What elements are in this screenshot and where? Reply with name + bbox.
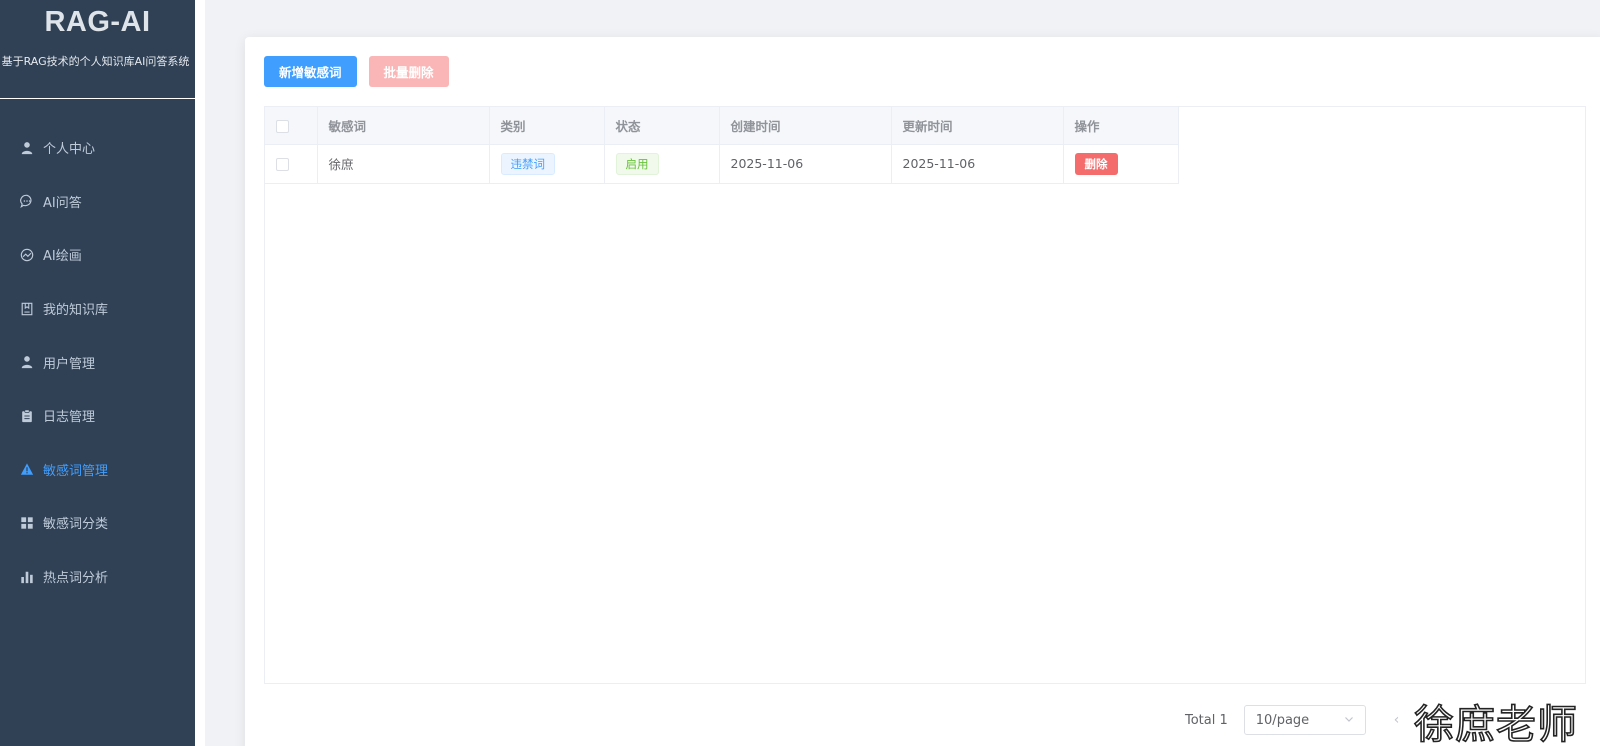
cell-status: 启用 bbox=[604, 144, 720, 184]
status-badge: 启用 bbox=[615, 152, 659, 175]
sidebar-menu: 个人中心 AI问答 AI绘画 我的知识库 用户管理 日志管理 敏感词管理 敏感词… bbox=[0, 121, 195, 603]
sidebar-item-label: 热点词分析 bbox=[43, 571, 109, 587]
category-tag: 违禁词 bbox=[500, 152, 555, 175]
batch-delete-button[interactable]: 批量删除 bbox=[368, 56, 449, 87]
user-icon bbox=[20, 141, 34, 155]
sensitive-word-table: 敏感词 类别 状态 创建时间 更新时间 操作 徐庶 违禁词 启用 2025-11… bbox=[264, 106, 1586, 684]
toolbar: 新增敏感词 批量删除 bbox=[264, 56, 449, 87]
sidebar-item-label: 个人中心 bbox=[43, 142, 96, 158]
sidebar-item-sensitive-categories[interactable]: 敏感词分类 bbox=[0, 496, 195, 550]
sidebar-item-profile[interactable]: 个人中心 bbox=[0, 121, 195, 175]
column-header-category: 类别 bbox=[489, 107, 605, 145]
pagination: Total 1 10/page ‹ bbox=[1185, 705, 1399, 735]
sidebar-item-ai-painting[interactable]: AI绘画 bbox=[0, 228, 195, 282]
notebook-icon bbox=[20, 302, 34, 316]
page-size-select[interactable]: 10/page bbox=[1243, 705, 1366, 735]
sidebar-item-user-management[interactable]: 用户管理 bbox=[0, 335, 195, 389]
add-sensitive-word-button[interactable]: 新增敏感词 bbox=[264, 56, 357, 87]
cell-created: 2025-11-06 bbox=[719, 144, 892, 184]
pagination-total: Total 1 bbox=[1185, 712, 1228, 728]
app-subtitle: 基于RAG技术的个人知识库AI问答系统 bbox=[1, 55, 190, 68]
sidebar: RAG-AI 基于RAG技术的个人知识库AI问答系统 个人中心 AI问答 AI绘… bbox=[0, 0, 195, 746]
grid-icon bbox=[20, 516, 34, 530]
table-header-row: 敏感词 类别 状态 创建时间 更新时间 操作 bbox=[265, 107, 1179, 145]
sidebar-item-label: 敏感词分类 bbox=[43, 517, 109, 533]
cell-updated: 2025-11-06 bbox=[891, 144, 1064, 184]
column-header-actions: 操作 bbox=[1063, 107, 1179, 145]
sidebar-item-hot-words[interactable]: 热点词分析 bbox=[0, 550, 195, 604]
clipboard-icon bbox=[20, 409, 34, 423]
sidebar-item-label: 日志管理 bbox=[43, 410, 96, 426]
table-row: 徐庶 违禁词 启用 2025-11-06 2025-11-06 删除 bbox=[265, 144, 1179, 184]
column-header-updated: 更新时间 bbox=[891, 107, 1064, 145]
cell-category: 违禁词 bbox=[489, 144, 605, 184]
cell-actions: 删除 bbox=[1063, 144, 1179, 184]
cell-word: 徐庶 bbox=[317, 144, 490, 184]
sidebar-item-label: 我的知识库 bbox=[43, 303, 109, 319]
chat-bubble-icon bbox=[20, 194, 34, 209]
brand: RAG-AI 基于RAG技术的个人知识库AI问答系统 bbox=[0, 0, 195, 99]
content-card: 新增敏感词 批量删除 敏感词 类别 状态 创建时间 更新时间 操作 徐庶 违禁词… bbox=[245, 37, 1600, 746]
row-checkbox[interactable] bbox=[276, 158, 289, 171]
sidebar-item-ai-chat[interactable]: AI问答 bbox=[0, 175, 195, 229]
app-title: RAG-AI bbox=[44, 6, 151, 38]
warning-icon bbox=[20, 462, 34, 476]
paint-icon bbox=[20, 248, 34, 262]
column-header-created: 创建时间 bbox=[719, 107, 892, 145]
select-all-cell bbox=[265, 107, 318, 145]
select-all-checkbox[interactable] bbox=[276, 119, 289, 133]
user-icon bbox=[20, 355, 34, 369]
watermark: 徐庶老师 bbox=[1413, 701, 1578, 746]
chevron-down-icon bbox=[1344, 713, 1354, 728]
prev-page-button[interactable]: ‹ bbox=[1394, 712, 1400, 728]
sidebar-border bbox=[195, 0, 205, 746]
column-header-word: 敏感词 bbox=[317, 107, 490, 145]
sidebar-item-label: AI绘画 bbox=[43, 249, 82, 265]
sidebar-item-log-management[interactable]: 日志管理 bbox=[0, 389, 195, 443]
sidebar-item-label: 用户管理 bbox=[43, 356, 96, 372]
bar-chart-icon bbox=[20, 570, 34, 584]
sidebar-item-knowledge-base[interactable]: 我的知识库 bbox=[0, 282, 195, 336]
delete-button[interactable]: 删除 bbox=[1074, 152, 1118, 175]
sidebar-item-label: AI问答 bbox=[43, 195, 82, 211]
sidebar-item-label: 敏感词管理 bbox=[43, 463, 109, 479]
column-header-status: 状态 bbox=[604, 107, 720, 145]
row-select-cell bbox=[265, 144, 318, 184]
sidebar-item-sensitive-words[interactable]: 敏感词管理 bbox=[0, 443, 195, 497]
page-size-value: 10/page bbox=[1255, 712, 1310, 728]
